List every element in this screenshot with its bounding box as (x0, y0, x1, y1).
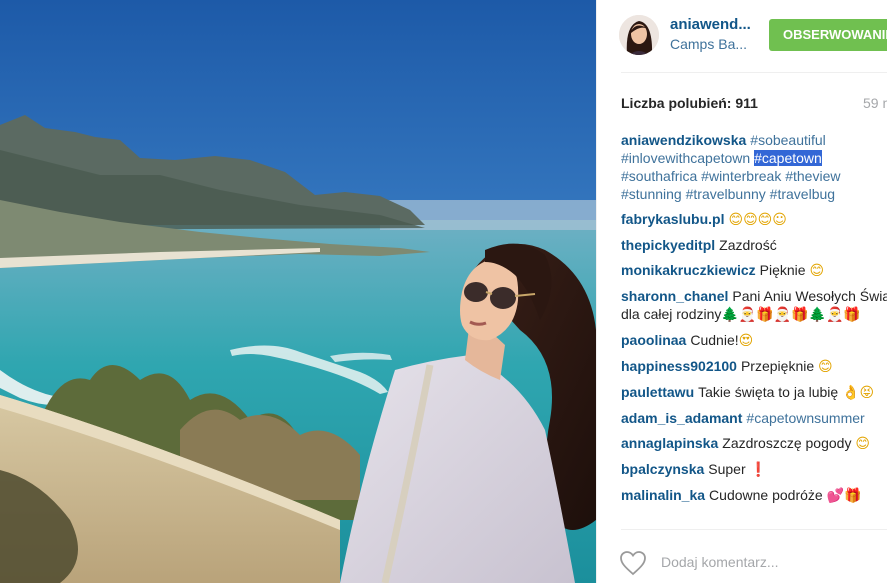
comment-username[interactable]: thepickyeditpl (621, 237, 715, 253)
emoji: 😊 (855, 436, 870, 452)
comment-item: thepickyeditpl Zazdrość (621, 236, 887, 254)
comment-item: sharonn_chanel Pani Aniu Wesołych Świąt d… (621, 287, 887, 324)
post-sidebar: aniawend... Camps Ba... OBSERWOWANIE Lic… (596, 0, 887, 583)
comment-username[interactable]: adam_is_adamant (621, 410, 742, 426)
hashtag-link-selected[interactable]: #capetown (754, 150, 822, 166)
comment-text: Cudnie! (690, 332, 739, 348)
heart-outline-icon[interactable] (619, 550, 647, 576)
emoji: 😊 (818, 359, 833, 375)
add-comment-input[interactable]: Dodaj komentarz... (661, 554, 779, 570)
caption-username[interactable]: aniawendzikowska (621, 132, 746, 148)
comment-item: paulettawu Takie święta to ja lubię 👌😝 (621, 383, 887, 402)
post-username[interactable]: aniawend... (670, 16, 751, 33)
comment-username[interactable]: fabrykaslubu.pl (621, 211, 724, 227)
comment-username[interactable]: happiness902100 (621, 358, 737, 374)
comment-item: annaglapinska Zazdroszczę pogody 😊 (621, 434, 887, 453)
hashtag-link[interactable]: #capetownsummer (746, 410, 864, 426)
comment-item: bpalczynska Super ❗ (621, 460, 887, 479)
comment-username[interactable]: monikakruczkiewicz (621, 262, 756, 278)
comment-username[interactable]: paoolinaa (621, 332, 686, 348)
avatar[interactable] (619, 15, 659, 55)
post-location[interactable]: Camps Ba... (670, 36, 747, 52)
emoji: 👌😝 (842, 385, 875, 401)
comment-item: paoolinaa Cudnie!😍 (621, 331, 887, 350)
hashtag-link[interactable]: #winterbreak (701, 168, 781, 184)
emoji: 😊😊😊☺ (728, 212, 787, 228)
hashtag-link[interactable]: #travelbunny (686, 186, 766, 202)
comment-text: Zazdrość (719, 237, 777, 253)
hashtag-link[interactable]: #sobeautiful (750, 132, 826, 148)
hashtag-link[interactable]: #southafrica (621, 168, 697, 184)
likes-count[interactable]: Liczba polubień: 911 (621, 95, 758, 111)
hashtag-link[interactable]: #theview (785, 168, 840, 184)
comment-item: happiness902100 Przepięknie 😊 (621, 357, 887, 376)
hashtag-link[interactable]: #inlovewithcapetown (621, 150, 750, 166)
emoji: 🌲🎅🎁🎅🎁🌲🎅🎁 (721, 307, 861, 323)
comment-username[interactable]: annaglapinska (621, 435, 718, 451)
footer-divider (621, 529, 887, 530)
follow-button[interactable]: OBSERWOWANIE (769, 19, 887, 51)
comment-item: monikakruczkiewicz Pięknie 😊 (621, 261, 887, 280)
comment-username[interactable]: malinalin_ka (621, 487, 705, 503)
emoji: 😍 (738, 333, 754, 349)
comment-username[interactable]: bpalczynska (621, 461, 704, 477)
post-time[interactable]: 59 m (863, 95, 887, 111)
comment-username[interactable]: paulettawu (621, 384, 694, 400)
hashtag-link[interactable]: #travelbug (770, 186, 835, 202)
emoji: ❗ (749, 462, 767, 478)
comment-text: Takie święta to ja lubię (698, 384, 839, 400)
beach-photo-illustration (0, 0, 596, 583)
emoji: 😊 (809, 263, 825, 279)
comment-item: fabrykaslubu.pl 😊😊😊☺ (621, 210, 887, 229)
comment-item: malinalin_ka Cudowne podróże 💕🎁 (621, 486, 887, 505)
comment-text: Przepięknie (740, 358, 815, 374)
post-footer: Dodaj komentarz... (597, 540, 887, 583)
post-header: aniawend... Camps Ba... OBSERWOWANIE (597, 0, 887, 72)
post-photo (0, 0, 596, 583)
comments-list: aniawendzikowska #sobeautiful #inlovewith… (621, 131, 887, 512)
comment-text: Cudowne podróże (709, 487, 823, 503)
comment-text: Zazdroszczę pogody (722, 435, 852, 451)
comment-item: adam_is_adamant #capetownsummer (621, 409, 887, 427)
comment-text: Pięknie (759, 262, 806, 278)
comment-username[interactable]: sharonn_chanel (621, 288, 728, 304)
hashtag-link[interactable]: #stunning (621, 186, 682, 202)
emoji: 💕🎁 (826, 488, 862, 504)
comment-text: Super (708, 461, 746, 477)
caption: aniawendzikowska #sobeautiful #inlovewith… (621, 131, 887, 203)
avatar-portrait-icon (619, 15, 659, 55)
header-divider (621, 72, 887, 73)
